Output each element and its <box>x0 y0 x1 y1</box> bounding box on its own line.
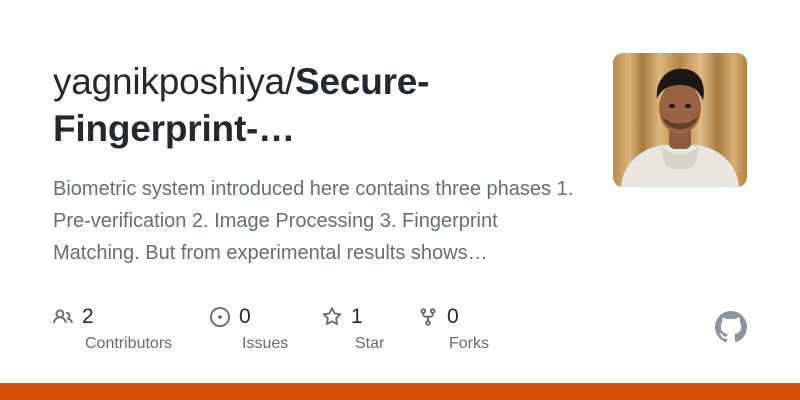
forks-stat[interactable]: 0 Forks <box>418 304 489 360</box>
repo-name-part1[interactable]: Secure- <box>295 61 430 102</box>
forks-label: Forks <box>449 335 489 352</box>
repo-title[interactable]: yagnikposhiya/Secure- Fingerprint-… <box>53 58 573 152</box>
star-icon <box>322 307 342 326</box>
issues-label: Issues <box>242 335 289 352</box>
stars-stat[interactable]: 1 Star <box>322 304 384 360</box>
stars-count: 1 <box>351 305 363 328</box>
avatar-photo <box>613 53 747 187</box>
stars-label: Star <box>355 335 385 352</box>
owner-avatar[interactable] <box>613 53 747 187</box>
contributors-count: 2 <box>82 305 94 328</box>
repo-owner[interactable]: yagnikposhiya/ <box>53 61 295 102</box>
contributors-stat[interactable]: 2 Contributors <box>53 304 172 360</box>
forks-count: 0 <box>447 305 459 328</box>
repo-stats: 2 Contributors 0 Issues 1 Star 0 Forks <box>53 304 573 364</box>
contributors-label: Contributors <box>85 335 173 352</box>
repo-description: Biometric system introduced here contain… <box>53 178 574 264</box>
repo-social-card: yagnikposhiya/Secure- Fingerprint-… Biom… <box>0 0 800 400</box>
people-icon <box>53 309 73 324</box>
issues-count: 0 <box>239 305 251 328</box>
issue-opened-icon <box>210 307 230 327</box>
issues-stat[interactable]: 0 Issues <box>210 304 288 360</box>
repo-name-part2[interactable]: Fingerprint-… <box>53 108 295 149</box>
language-color-bar <box>0 383 800 400</box>
repo-forked-icon <box>420 308 436 326</box>
github-mark-icon[interactable] <box>715 311 747 343</box>
